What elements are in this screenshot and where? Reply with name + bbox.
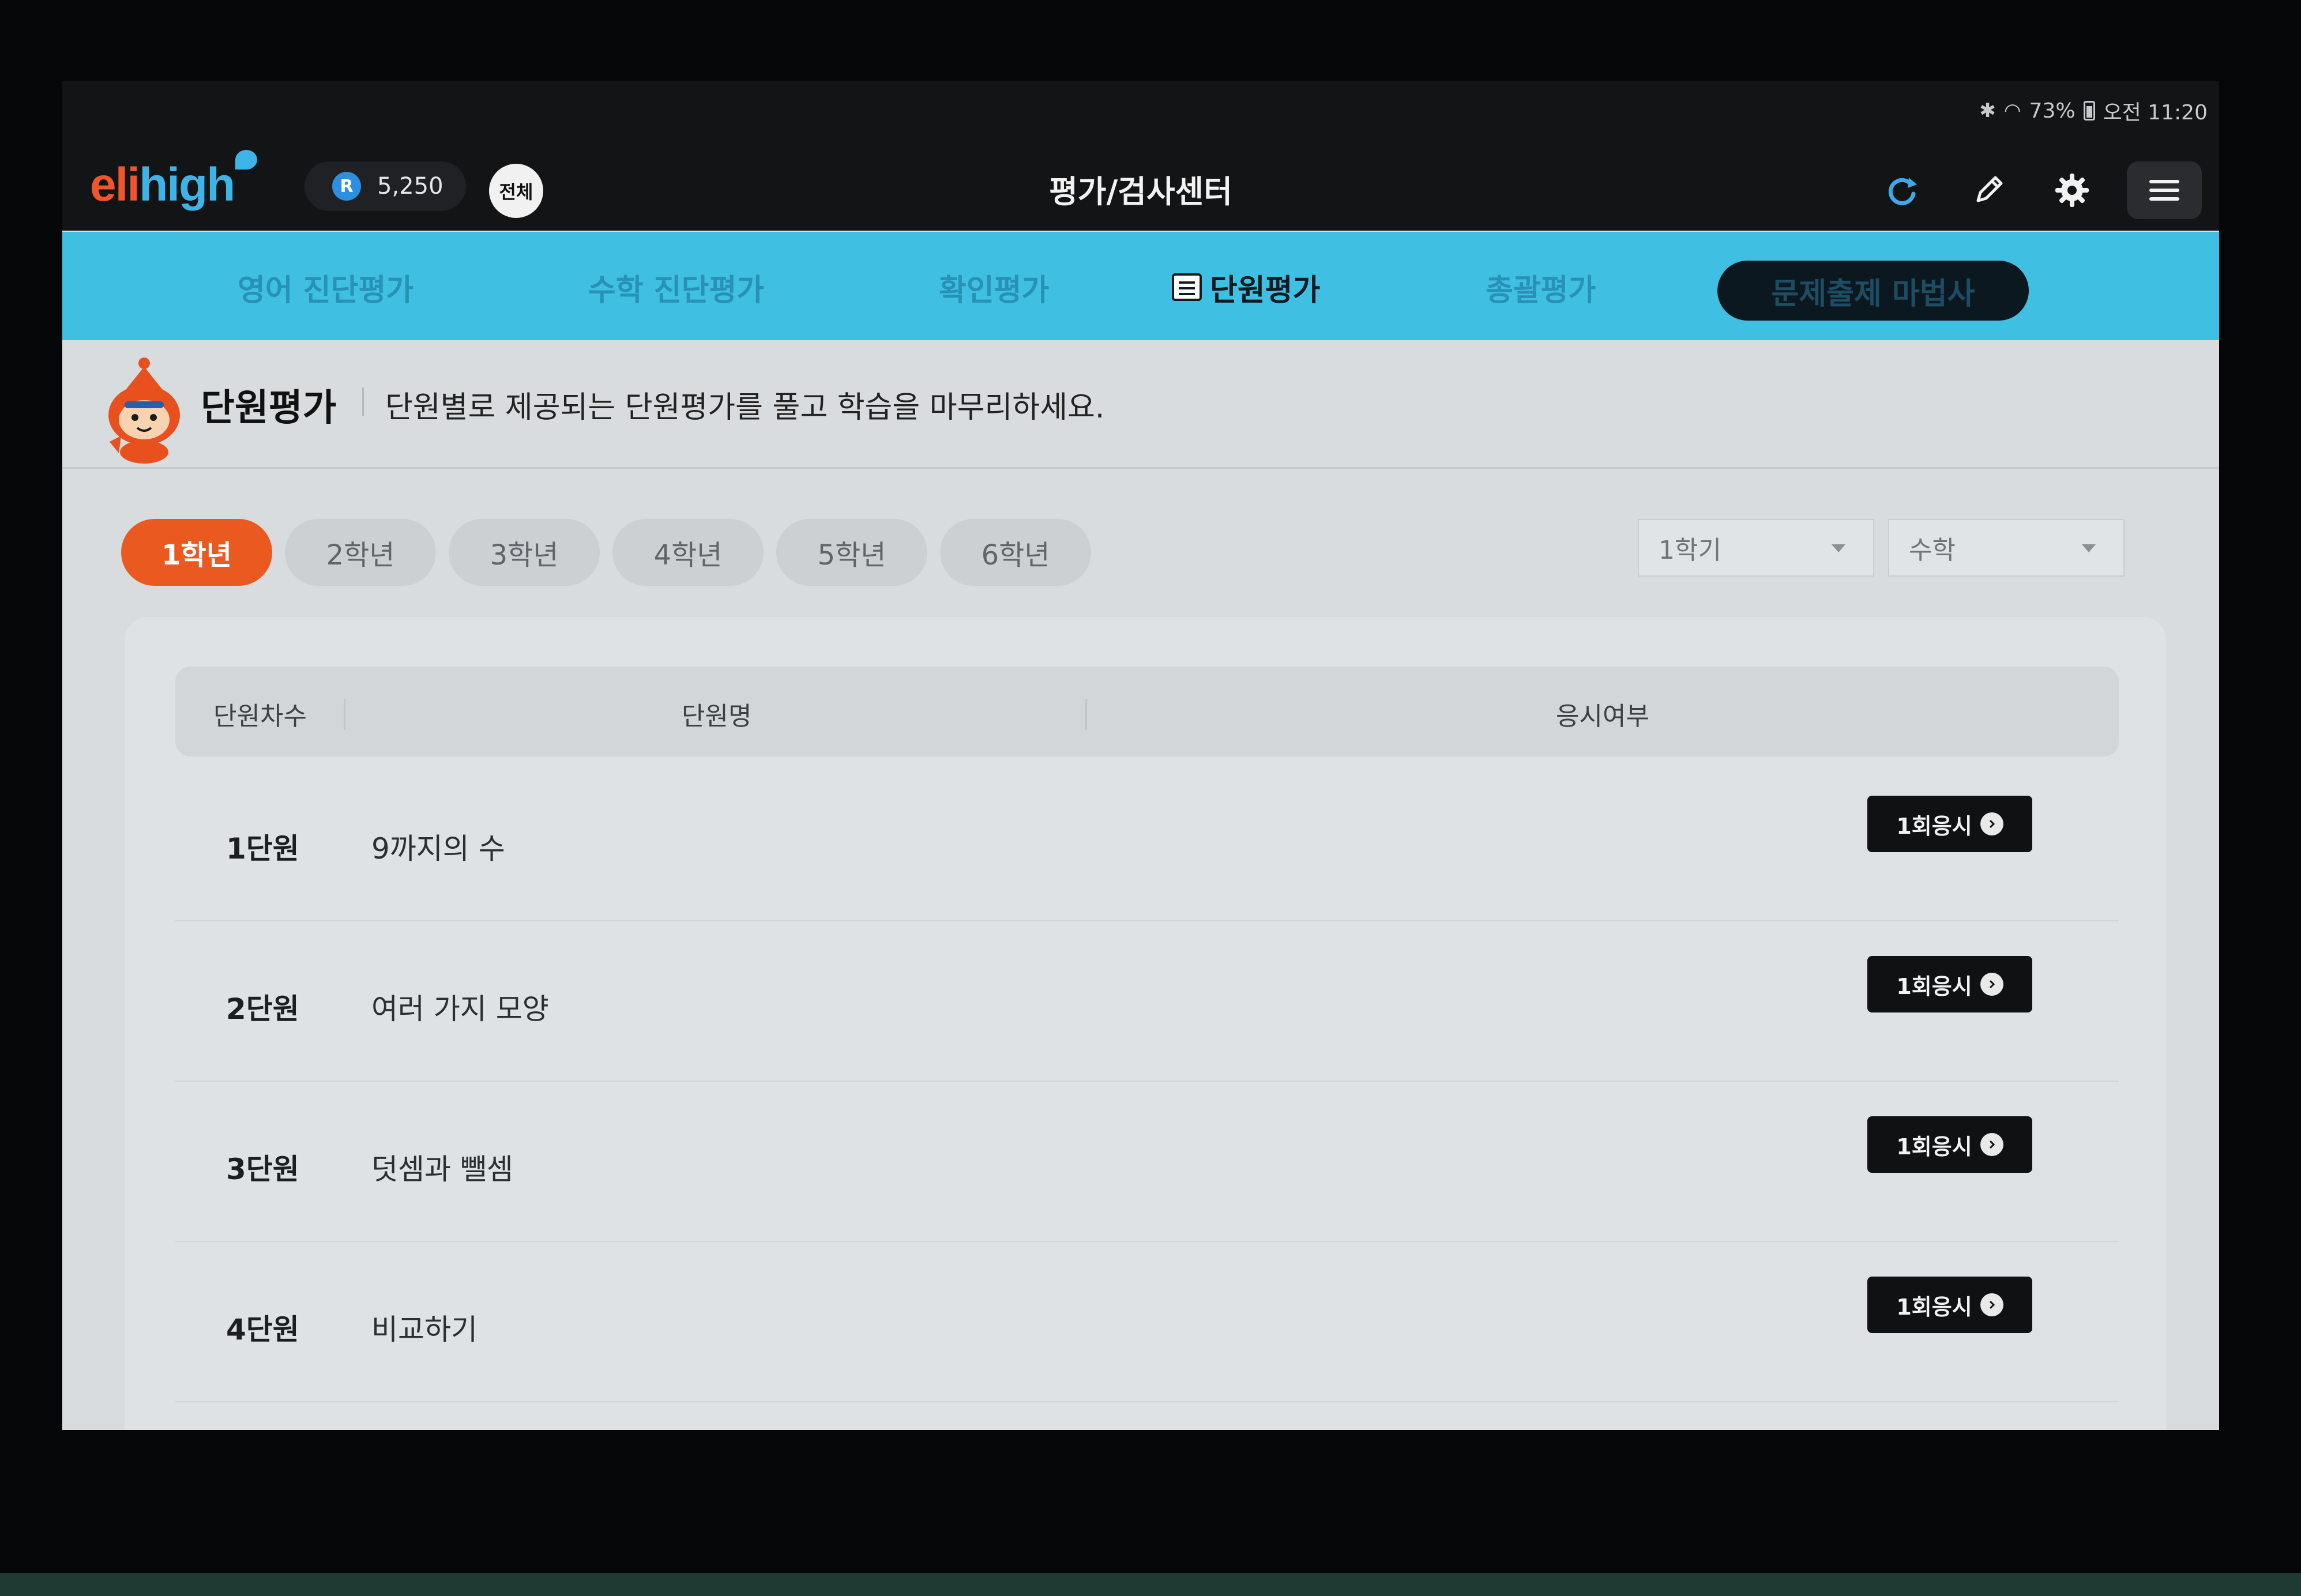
take-test-label: 1회응시	[1896, 1294, 1972, 1320]
table-row: 3단원 덧셈과 뺄셈 1회응시	[175, 1082, 2119, 1242]
column-unit-name: 단원명	[682, 702, 752, 731]
section-title: 단원평가	[201, 387, 337, 430]
take-test-button[interactable]: 1회응시	[1867, 796, 2032, 852]
column-attempt-status: 응시여부	[1556, 702, 1649, 731]
column-divider	[1085, 699, 1087, 730]
grade-pill-5[interactable]: 5학년	[776, 519, 927, 586]
question-wizard-button[interactable]: 문제출제 마법사	[1717, 261, 2029, 321]
device-screen: ✱ ◠ 73% 오전 11:20 elihigh R 5,250 전체 평가/검…	[62, 81, 2219, 1430]
chevron-down-icon	[1832, 544, 1845, 552]
battery-percent: 73%	[2029, 99, 2076, 123]
unit-list-panel: 단원차수 단원명 응시여부 1단원 9까지의 수 1회응시 2단원 여러 가지 …	[125, 617, 2166, 1430]
evaluation-tab-bar: 영어 진단평가 수학 진단평가 확인평가 단원평가 총괄평가 문제출제 마법사	[62, 232, 2219, 340]
unit-name: 덧셈과 뺄셈	[371, 1153, 513, 1186]
take-test-button[interactable]: 1회응시	[1867, 956, 2032, 1012]
unit-name: 여러 가지 모양	[371, 992, 549, 1026]
pencil-icon	[1976, 176, 2003, 202]
chevron-down-icon	[2082, 544, 2096, 552]
semester-value: 1학기	[1659, 536, 1721, 565]
bluetooth-icon: ✱	[1979, 99, 1996, 122]
title-divider	[362, 387, 364, 416]
menu-button[interactable]	[2127, 161, 2202, 219]
take-test-button[interactable]: 1회응시	[1867, 1116, 2032, 1173]
write-button[interactable]	[1960, 161, 2017, 219]
grade-pill-1[interactable]: 1학년	[121, 519, 272, 586]
battery-icon	[2083, 101, 2095, 121]
arrow-right-circle-icon	[1980, 1133, 2003, 1156]
unit-number: 1단원	[226, 832, 299, 865]
grade-pill-2[interactable]: 2학년	[285, 519, 436, 586]
subject-value: 수학	[1909, 536, 1956, 565]
tab-check-evaluation[interactable]: 확인평가	[939, 264, 1049, 310]
table-row: 4단원 비교하기 1회응시	[175, 1242, 2119, 1402]
grade-pill-3[interactable]: 3학년	[449, 519, 600, 586]
list-icon	[1172, 273, 1202, 301]
tab-unit-evaluation-label: 단원평가	[1210, 273, 1321, 308]
tab-math-diagnostic[interactable]: 수학 진단평가	[588, 264, 764, 310]
tab-english-diagnostic[interactable]: 영어 진단평가	[238, 264, 413, 310]
section-header: 단원평가 단원별로 제공되는 단원평가를 풀고 학습을 마무리하세요.	[62, 340, 2219, 469]
settings-button[interactable]	[2043, 161, 2101, 219]
sync-icon	[1888, 178, 1917, 205]
table-row: 2단원 여러 가지 모양 1회응시	[175, 921, 2119, 1082]
semester-select[interactable]: 1학기	[1638, 519, 1874, 577]
unit-number: 4단원	[226, 1313, 299, 1346]
take-test-label: 1회응시	[1896, 813, 1972, 839]
take-test-label: 1회응시	[1896, 1134, 1972, 1160]
app-header: elihigh R 5,250 전체 평가/검사센터	[62, 138, 2219, 231]
wifi-icon: ◠	[2003, 99, 2021, 122]
menu-icon	[2149, 180, 2179, 201]
sync-button[interactable]	[1873, 161, 1931, 219]
arrow-right-circle-icon	[1980, 973, 2003, 996]
grade-pill-4[interactable]: 4학년	[612, 519, 764, 586]
gear-icon	[2055, 174, 2089, 207]
unit-number: 2단원	[226, 992, 299, 1026]
table-header: 단원차수 단원명 응시여부	[175, 667, 2119, 756]
take-test-button[interactable]: 1회응시	[1867, 1277, 2032, 1333]
subject-select[interactable]: 수학	[1888, 519, 2125, 577]
unit-number: 3단원	[226, 1153, 299, 1186]
column-divider	[344, 699, 345, 730]
tab-unit-evaluation[interactable]: 단원평가	[1172, 264, 1320, 310]
arrow-right-circle-icon	[1980, 812, 2003, 835]
tab-summative-evaluation[interactable]: 총괄평가	[1486, 264, 1596, 310]
clock: 오전 11:20	[2103, 101, 2208, 125]
status-bar: ✱ ◠ 73% 오전 11:20	[62, 81, 2219, 138]
status-indicators: ✱ ◠ 73% 오전 11:20	[1979, 93, 2208, 128]
unit-name: 9까지의 수	[371, 832, 505, 865]
table-row: 1단원 9까지의 수 1회응시	[175, 761, 2119, 921]
mascot-icon	[108, 357, 180, 464]
take-test-label: 1회응시	[1896, 973, 1972, 999]
section-description: 단원별로 제공되는 단원평가를 풀고 학습을 마무리하세요.	[385, 390, 1105, 425]
column-unit-number: 단원차수	[213, 702, 307, 731]
arrow-right-circle-icon	[1980, 1293, 2003, 1316]
grade-pill-6[interactable]: 6학년	[940, 519, 1091, 586]
unit-name: 비교하기	[371, 1313, 478, 1346]
device-bezel	[0, 1573, 2301, 1596]
